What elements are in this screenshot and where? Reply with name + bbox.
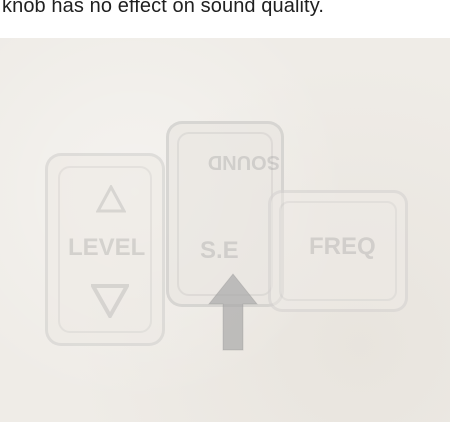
manual-page: knob has no effect on sound quality. LEV… xyxy=(0,0,450,422)
triangle-down-icon xyxy=(91,284,129,318)
triangle-up-icon xyxy=(96,185,126,213)
text-strip: knob has no effect on sound quality. xyxy=(0,0,450,38)
arrow-up-icon xyxy=(207,273,259,351)
level-label: LEVEL xyxy=(68,234,146,261)
se-label: S.E xyxy=(200,237,239,264)
instruction-text: knob has no effect on sound quality. xyxy=(2,0,324,17)
freq-label: FREQ xyxy=(309,233,376,260)
sound-label: SOUND xyxy=(207,151,280,173)
